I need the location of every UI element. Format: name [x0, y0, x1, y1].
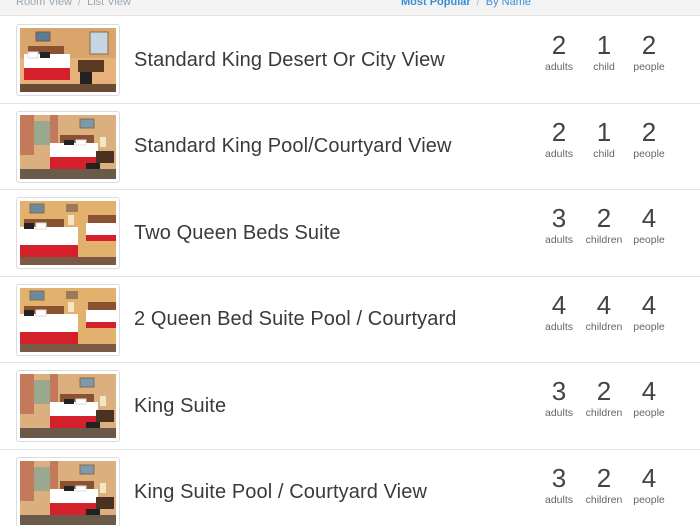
adults-label: adults: [544, 147, 574, 160]
people-count: 4 people: [624, 462, 674, 506]
adults-count: 3 adults: [534, 462, 584, 506]
adults-label: adults: [544, 234, 574, 247]
room-photo[interactable]: [16, 283, 120, 356]
separator: /: [476, 0, 480, 8]
room-photo-image: [20, 201, 116, 266]
adults-number: 4: [551, 289, 567, 320]
view-sort-bar: Room View / List View Most Popular / By Name: [0, 0, 700, 16]
adults-count: 4 adults: [534, 289, 584, 333]
children-number: 2: [596, 462, 612, 493]
room-photo[interactable]: [16, 197, 120, 270]
children-number: 2: [596, 203, 612, 234]
room-photo[interactable]: [16, 24, 120, 96]
people-number: 4: [641, 203, 657, 234]
adults-number: 3: [551, 203, 567, 234]
room-row[interactable]: Two Queen Beds Suite 3 adults 2 children…: [0, 190, 700, 277]
adults-number: 2: [551, 30, 567, 60]
adults-count: 3 adults: [534, 202, 584, 246]
list-view-link[interactable]: List View: [87, 0, 131, 8]
people-number: 2: [641, 30, 657, 60]
children-label: child: [593, 61, 615, 73]
room-name[interactable]: King Suite: [134, 363, 226, 449]
children-count: 2 children: [579, 202, 629, 246]
children-number: 1: [596, 116, 612, 147]
room-row[interactable]: 2 Queen Bed Suite Pool / Courtyard 4 adu…: [0, 277, 700, 364]
adults-number: 2: [551, 116, 567, 147]
room-photo-image: [20, 287, 116, 352]
room-row[interactable]: Standard King Pool/Courtyard View 2 adul…: [0, 104, 700, 191]
people-count: 4 people: [624, 202, 674, 246]
adults-label: adults: [544, 493, 574, 506]
children-label: children: [585, 320, 623, 333]
room-name[interactable]: Standard King Pool/Courtyard View: [134, 104, 452, 190]
room-row[interactable]: King Suite Pool / Courtyard View 3 adult…: [0, 450, 700, 526]
children-label: child: [593, 147, 615, 160]
adults-label: adults: [544, 320, 574, 333]
room-name[interactable]: Two Queen Beds Suite: [134, 190, 341, 276]
people-label: people: [633, 234, 665, 247]
children-label: children: [585, 407, 623, 420]
room-photo[interactable]: [16, 110, 120, 183]
room-photo-image: [20, 28, 116, 92]
children-count: 1 child: [579, 29, 629, 73]
people-label: people: [633, 61, 665, 73]
children-label: children: [585, 493, 623, 506]
people-number: 4: [641, 462, 657, 493]
room-row[interactable]: King Suite 3 adults 2 children 4 people: [0, 363, 700, 450]
people-count: 4 people: [624, 289, 674, 333]
adults-count: 3 adults: [534, 375, 584, 419]
people-number: 2: [641, 116, 657, 147]
people-count: 2 people: [624, 29, 674, 73]
adults-label: adults: [544, 407, 574, 420]
children-number: 2: [596, 376, 612, 407]
people-count: 4 people: [624, 375, 674, 419]
adults-number: 3: [551, 462, 567, 493]
room-row[interactable]: Standard King Desert Or City View 2 adul…: [0, 17, 700, 104]
adults-number: 3: [551, 376, 567, 407]
children-number: 1: [596, 30, 612, 60]
sort-options: Most Popular / By Name: [401, 0, 531, 8]
room-photo-image: [20, 114, 116, 179]
room-photo-image: [20, 460, 116, 525]
adults-count: 2 adults: [534, 116, 584, 160]
children-count: 2 children: [579, 375, 629, 419]
people-label: people: [633, 320, 665, 333]
separator: /: [78, 0, 82, 8]
people-label: people: [633, 407, 665, 420]
sort-by-name-link[interactable]: By Name: [486, 0, 531, 8]
sort-most-popular-link[interactable]: Most Popular: [401, 0, 471, 8]
people-label: people: [633, 147, 665, 160]
people-label: people: [633, 493, 665, 506]
people-number: 4: [641, 289, 657, 320]
room-view-link[interactable]: Room View: [16, 0, 72, 8]
people-number: 4: [641, 376, 657, 407]
room-photo[interactable]: [16, 370, 120, 443]
people-count: 2 people: [624, 116, 674, 160]
room-list: Standard King Desert Or City View 2 adul…: [0, 17, 700, 526]
children-count: 1 child: [579, 116, 629, 160]
children-count: 4 children: [579, 289, 629, 333]
adults-label: adults: [544, 61, 574, 73]
room-name[interactable]: King Suite Pool / Courtyard View: [134, 450, 427, 526]
children-label: children: [585, 234, 623, 247]
room-name[interactable]: Standard King Desert Or City View: [134, 17, 445, 103]
view-toggle: Room View / List View: [16, 0, 131, 8]
room-name[interactable]: 2 Queen Bed Suite Pool / Courtyard: [134, 277, 456, 363]
room-photo-image: [20, 374, 116, 439]
children-number: 4: [596, 289, 612, 320]
room-photo[interactable]: [16, 456, 120, 526]
children-count: 2 children: [579, 462, 629, 506]
adults-count: 2 adults: [534, 29, 584, 73]
